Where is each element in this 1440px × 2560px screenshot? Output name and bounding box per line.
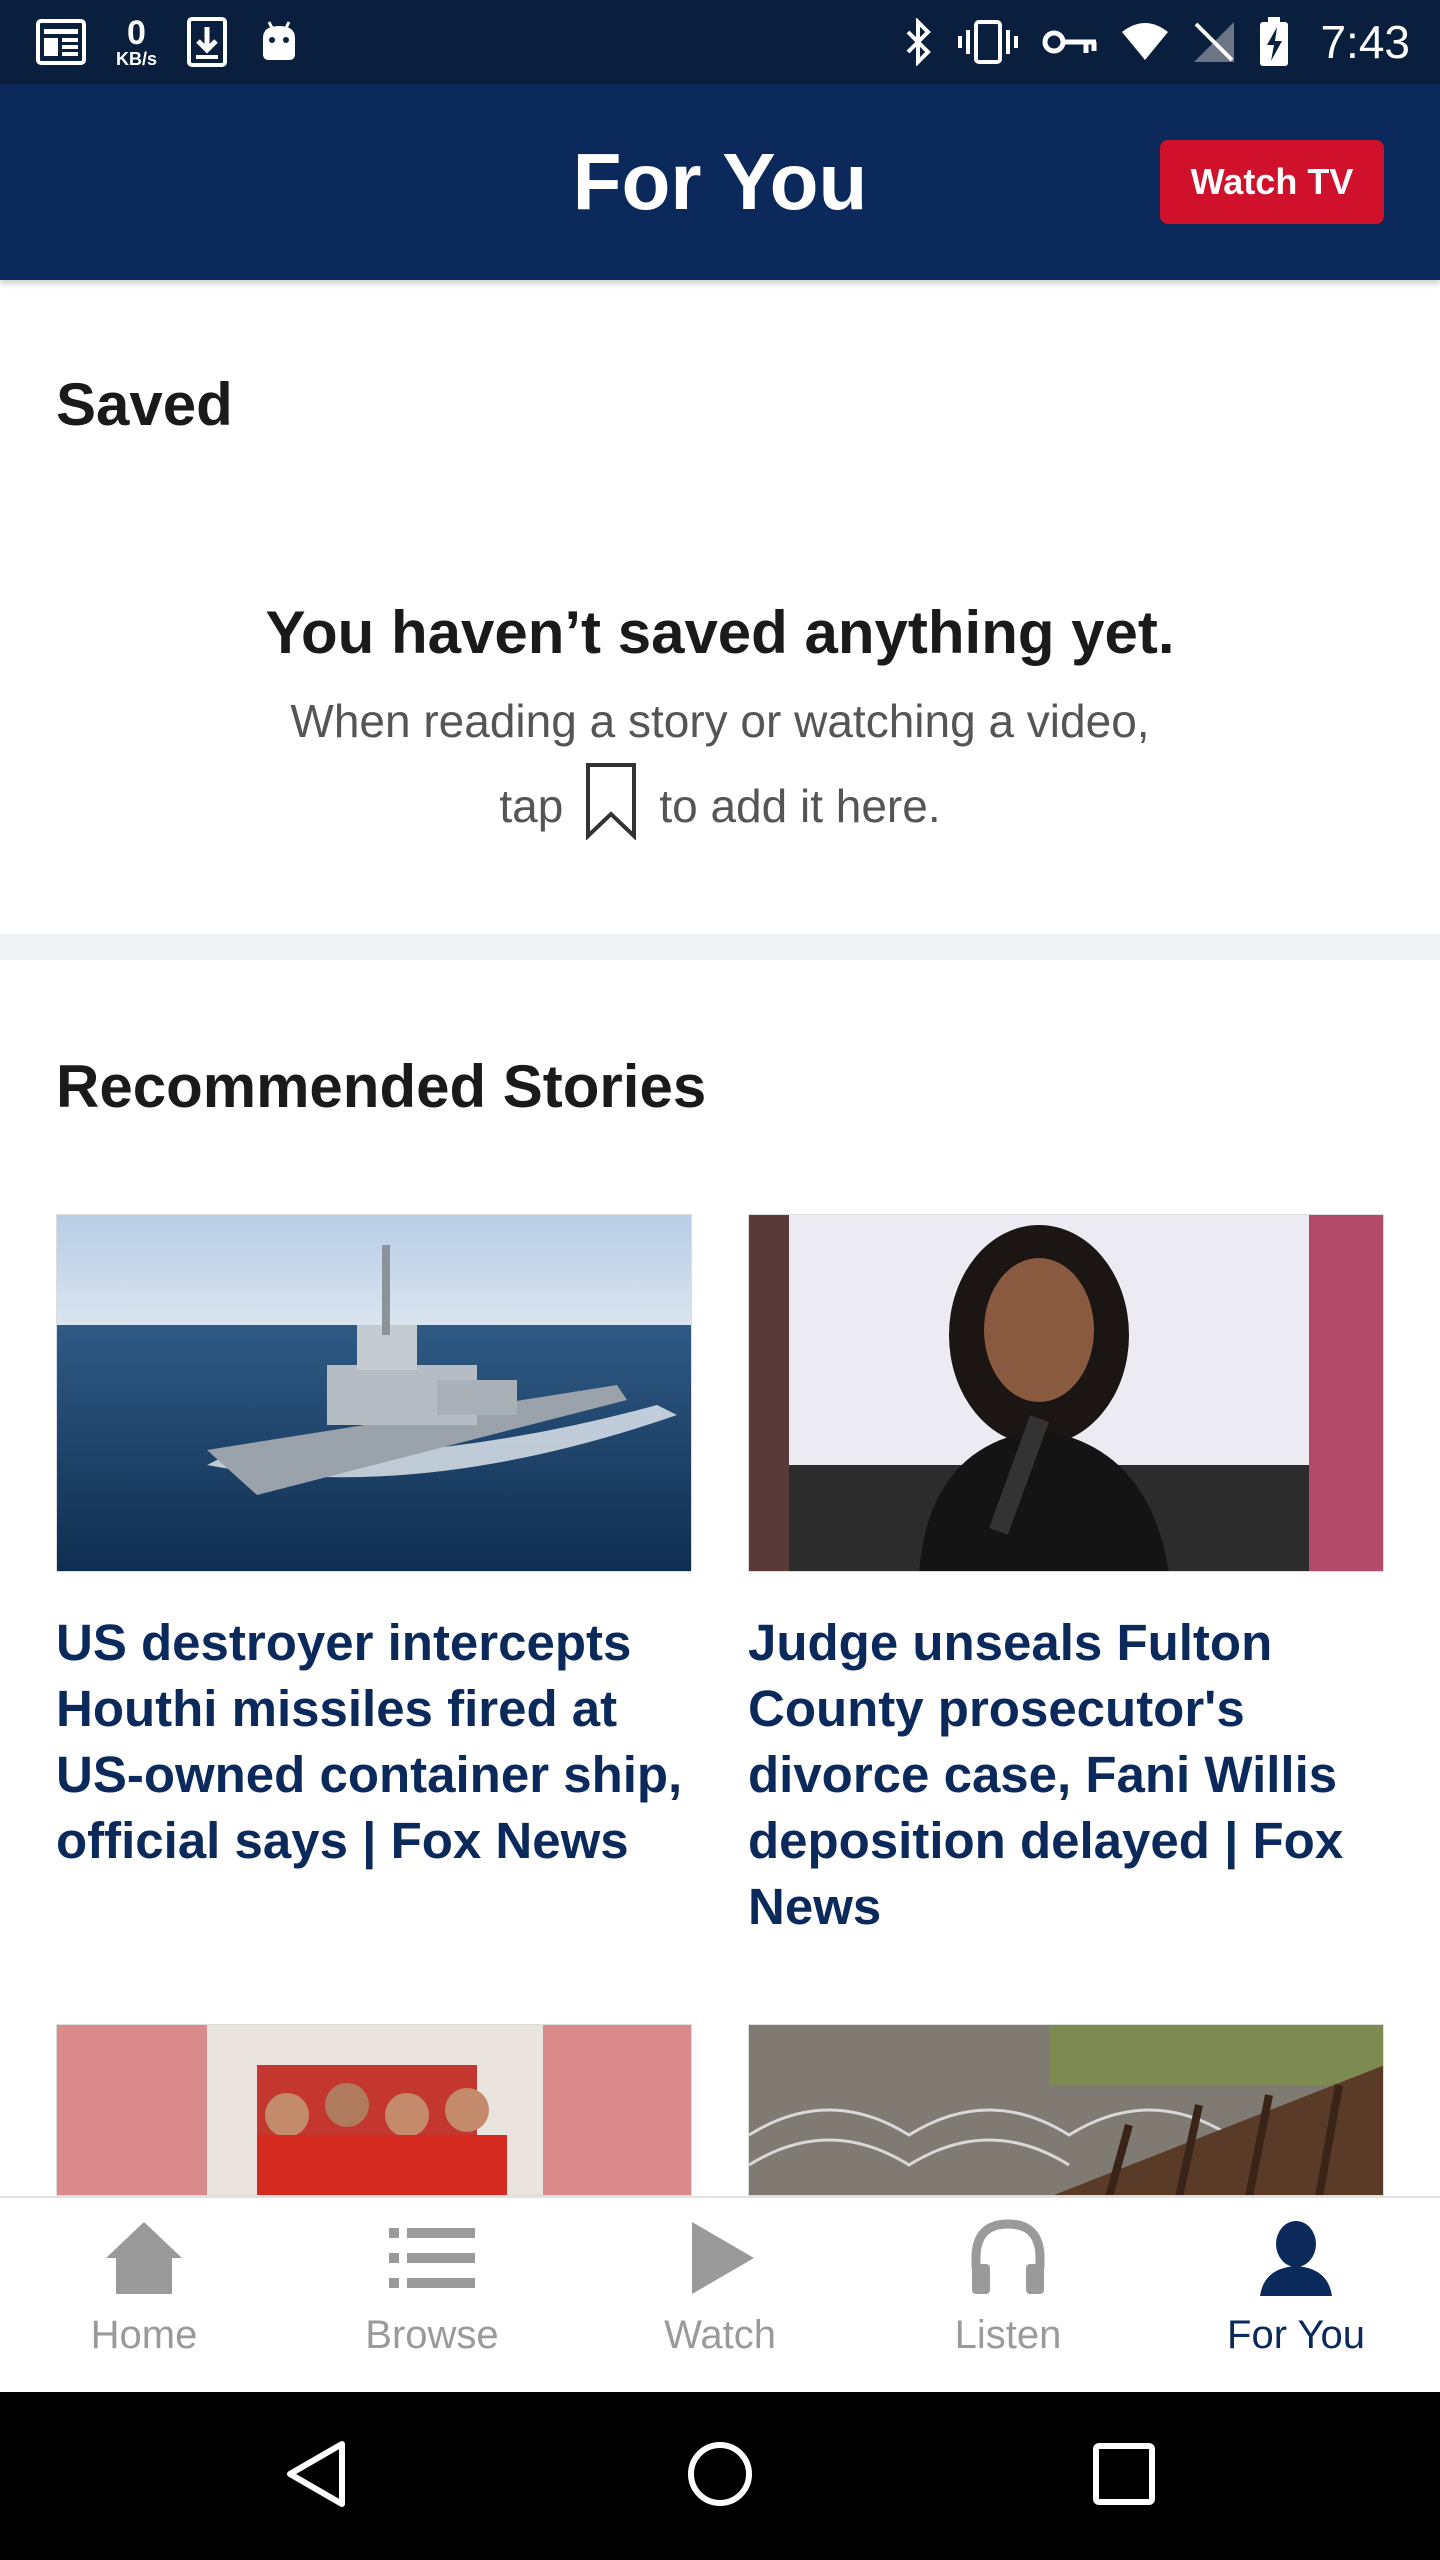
list-icon xyxy=(387,2218,477,2303)
download-icon xyxy=(187,17,228,67)
saved-empty-title: You haven’t saved anything yet. xyxy=(265,599,1175,666)
story-image-judge[interactable] xyxy=(748,1214,1384,1572)
section-divider xyxy=(0,934,1440,960)
saved-empty-description: When reading a story or watching a video… xyxy=(290,695,1150,747)
home-button[interactable] xyxy=(640,2392,800,2560)
story-image-border[interactable] xyxy=(748,2024,1384,2196)
person-icon xyxy=(1254,2218,1338,2303)
nav-listen-label: Listen xyxy=(954,2313,1062,2357)
nav-browse-label: Browse xyxy=(365,2313,499,2357)
recents-button[interactable] xyxy=(1044,2392,1204,2560)
nav-watch[interactable]: Watch xyxy=(576,2198,864,2392)
net-speed: 0 KB/s xyxy=(116,16,157,68)
story-card[interactable]: Judge unseals Fulton County prosecutor's… xyxy=(748,1214,1384,1940)
net-speed-unit: KB/s xyxy=(116,49,158,69)
play-icon xyxy=(678,2218,762,2303)
saved-empty-prefix: tap xyxy=(499,780,564,832)
watch-tv-button[interactable]: Watch TV xyxy=(1160,140,1384,224)
back-button[interactable] xyxy=(236,2392,396,2560)
story-image-destroyer[interactable] xyxy=(56,1214,692,1572)
status-bar: 0 KB/s 7:43 xyxy=(0,0,1440,84)
news-app-icon xyxy=(36,19,86,65)
headphones-icon xyxy=(966,2218,1050,2303)
back-triangle-icon xyxy=(284,2440,348,2513)
story-image-fans[interactable] xyxy=(56,2024,692,2196)
nav-listen[interactable]: Listen xyxy=(864,2198,1152,2392)
nav-watch-label: Watch xyxy=(664,2313,776,2357)
bluetooth-icon xyxy=(904,18,934,66)
bookmark-icon xyxy=(585,762,637,851)
story-title[interactable]: US destroyer intercepts Houthi missiles … xyxy=(56,1610,692,1874)
home-circle-icon xyxy=(686,2440,754,2513)
nav-for-you[interactable]: For You xyxy=(1152,2198,1440,2392)
vpn-key-icon xyxy=(1042,27,1098,57)
nav-for-you-label: For You xyxy=(1227,2313,1365,2357)
app-header: For You Watch TV xyxy=(0,84,1440,280)
battery-charging-icon xyxy=(1258,17,1290,67)
vibrate-icon xyxy=(956,18,1020,66)
android-icon xyxy=(257,20,301,64)
recommended-heading: Recommended Stories xyxy=(56,1053,707,1120)
saved-empty-suffix: to add it here. xyxy=(659,780,941,832)
net-speed-value: 0 xyxy=(127,14,146,52)
wifi-icon xyxy=(1120,22,1170,62)
story-title[interactable]: Judge unseals Fulton County prosecutor's… xyxy=(748,1610,1384,1940)
clock: 7:43 xyxy=(1320,16,1410,68)
nav-home[interactable]: Home xyxy=(0,2198,288,2392)
saved-heading: Saved xyxy=(56,371,233,438)
nav-home-label: Home xyxy=(90,2313,198,2357)
nav-browse[interactable]: Browse xyxy=(288,2198,576,2392)
story-card[interactable]: US destroyer intercepts Houthi missiles … xyxy=(56,1214,692,1874)
bottom-nav: Home Browse Watch Listen For You xyxy=(0,2196,1440,2392)
saved-empty-instruction: tap to add it here. xyxy=(0,762,1440,846)
signal-off-icon xyxy=(1192,20,1236,64)
recents-square-icon xyxy=(1092,2442,1156,2511)
system-nav-bar xyxy=(0,2392,1440,2560)
home-icon xyxy=(102,2218,186,2303)
